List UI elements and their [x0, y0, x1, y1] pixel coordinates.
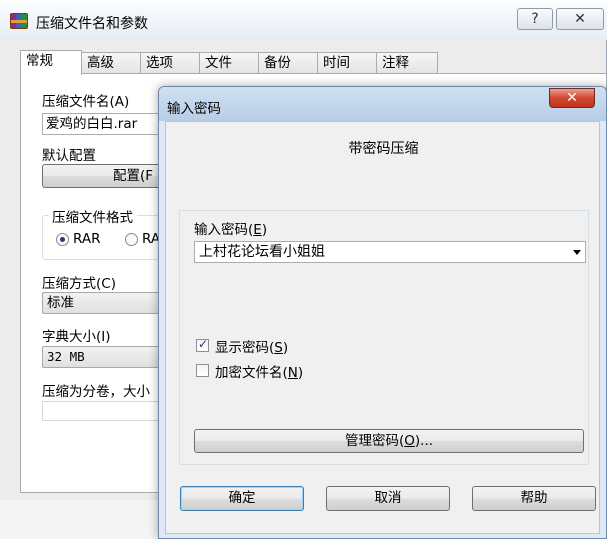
split-volumes-label: 压缩为分卷，大小	[42, 384, 150, 400]
archive-format-label: 压缩文件格式	[48, 206, 137, 226]
ok-button[interactable]: 确定	[180, 486, 304, 511]
cancel-button[interactable]: 取消	[326, 486, 450, 511]
tab-comment[interactable]: 注释	[376, 52, 438, 74]
dialog-title: 输入密码	[167, 101, 221, 117]
close-icon[interactable]: ✕	[549, 88, 595, 108]
dialog-body: 带密码压缩 输入密码(E) 上村花论坛看小姐姐 显示密码(S) 加密文件名(N)…	[165, 121, 600, 534]
dialog-heading: 带密码压缩	[348, 141, 419, 157]
tab-files[interactable]: 文件	[199, 52, 259, 74]
close-icon[interactable]: ✕	[556, 8, 604, 30]
password-label: 输入密码(E)	[194, 222, 268, 238]
password-combo[interactable]: 上村花论坛看小姐姐	[194, 241, 586, 263]
enter-password-dialog: 输入密码 ✕ 带密码压缩 输入密码(E) 上村花论坛看小姐姐 显示密码(S) 加…	[158, 86, 607, 539]
title-bar: 压缩文件名和参数 ? ✕	[0, 0, 607, 40]
dictionary-size-label: 字典大小(I)	[42, 329, 111, 345]
format-rar-label: RAR	[73, 231, 101, 247]
tab-time[interactable]: 时间	[317, 52, 377, 74]
password-value: 上村花论坛看小姐姐	[199, 244, 325, 260]
tab-bar: 常规 高级 选项 文件 备份 时间 注释	[20, 50, 440, 75]
archive-name-label: 压缩文件名(A)	[42, 94, 130, 110]
show-password-checkbox[interactable]	[196, 337, 209, 352]
tab-backup[interactable]: 备份	[258, 52, 318, 74]
show-password-label: 显示密码(S)	[215, 340, 289, 356]
password-group: 输入密码(E) 上村花论坛看小姐姐 显示密码(S) 加密文件名(N) 管理密码(…	[179, 210, 589, 465]
dialog-title-bar: 输入密码 ✕	[159, 87, 606, 121]
chevron-down-icon[interactable]	[573, 250, 581, 255]
tab-advanced[interactable]: 高级	[81, 52, 141, 74]
tab-options[interactable]: 选项	[140, 52, 200, 74]
window-title: 压缩文件名和参数	[36, 16, 148, 32]
format-rar-radio[interactable]	[56, 233, 69, 246]
default-profile-label: 默认配置	[42, 148, 96, 164]
winrar-icon	[10, 13, 28, 29]
encrypt-names-checkbox[interactable]	[196, 364, 209, 377]
manage-passwords-button[interactable]: 管理密码(O)...	[194, 429, 584, 453]
tab-general[interactable]: 常规	[20, 50, 82, 75]
help-icon[interactable]: ?	[517, 8, 553, 30]
compression-method-label: 压缩方式(C)	[42, 276, 116, 292]
format-rar5-radio[interactable]	[125, 233, 138, 246]
help-button[interactable]: 帮助	[472, 486, 596, 511]
encrypt-names-label: 加密文件名(N)	[215, 365, 304, 381]
